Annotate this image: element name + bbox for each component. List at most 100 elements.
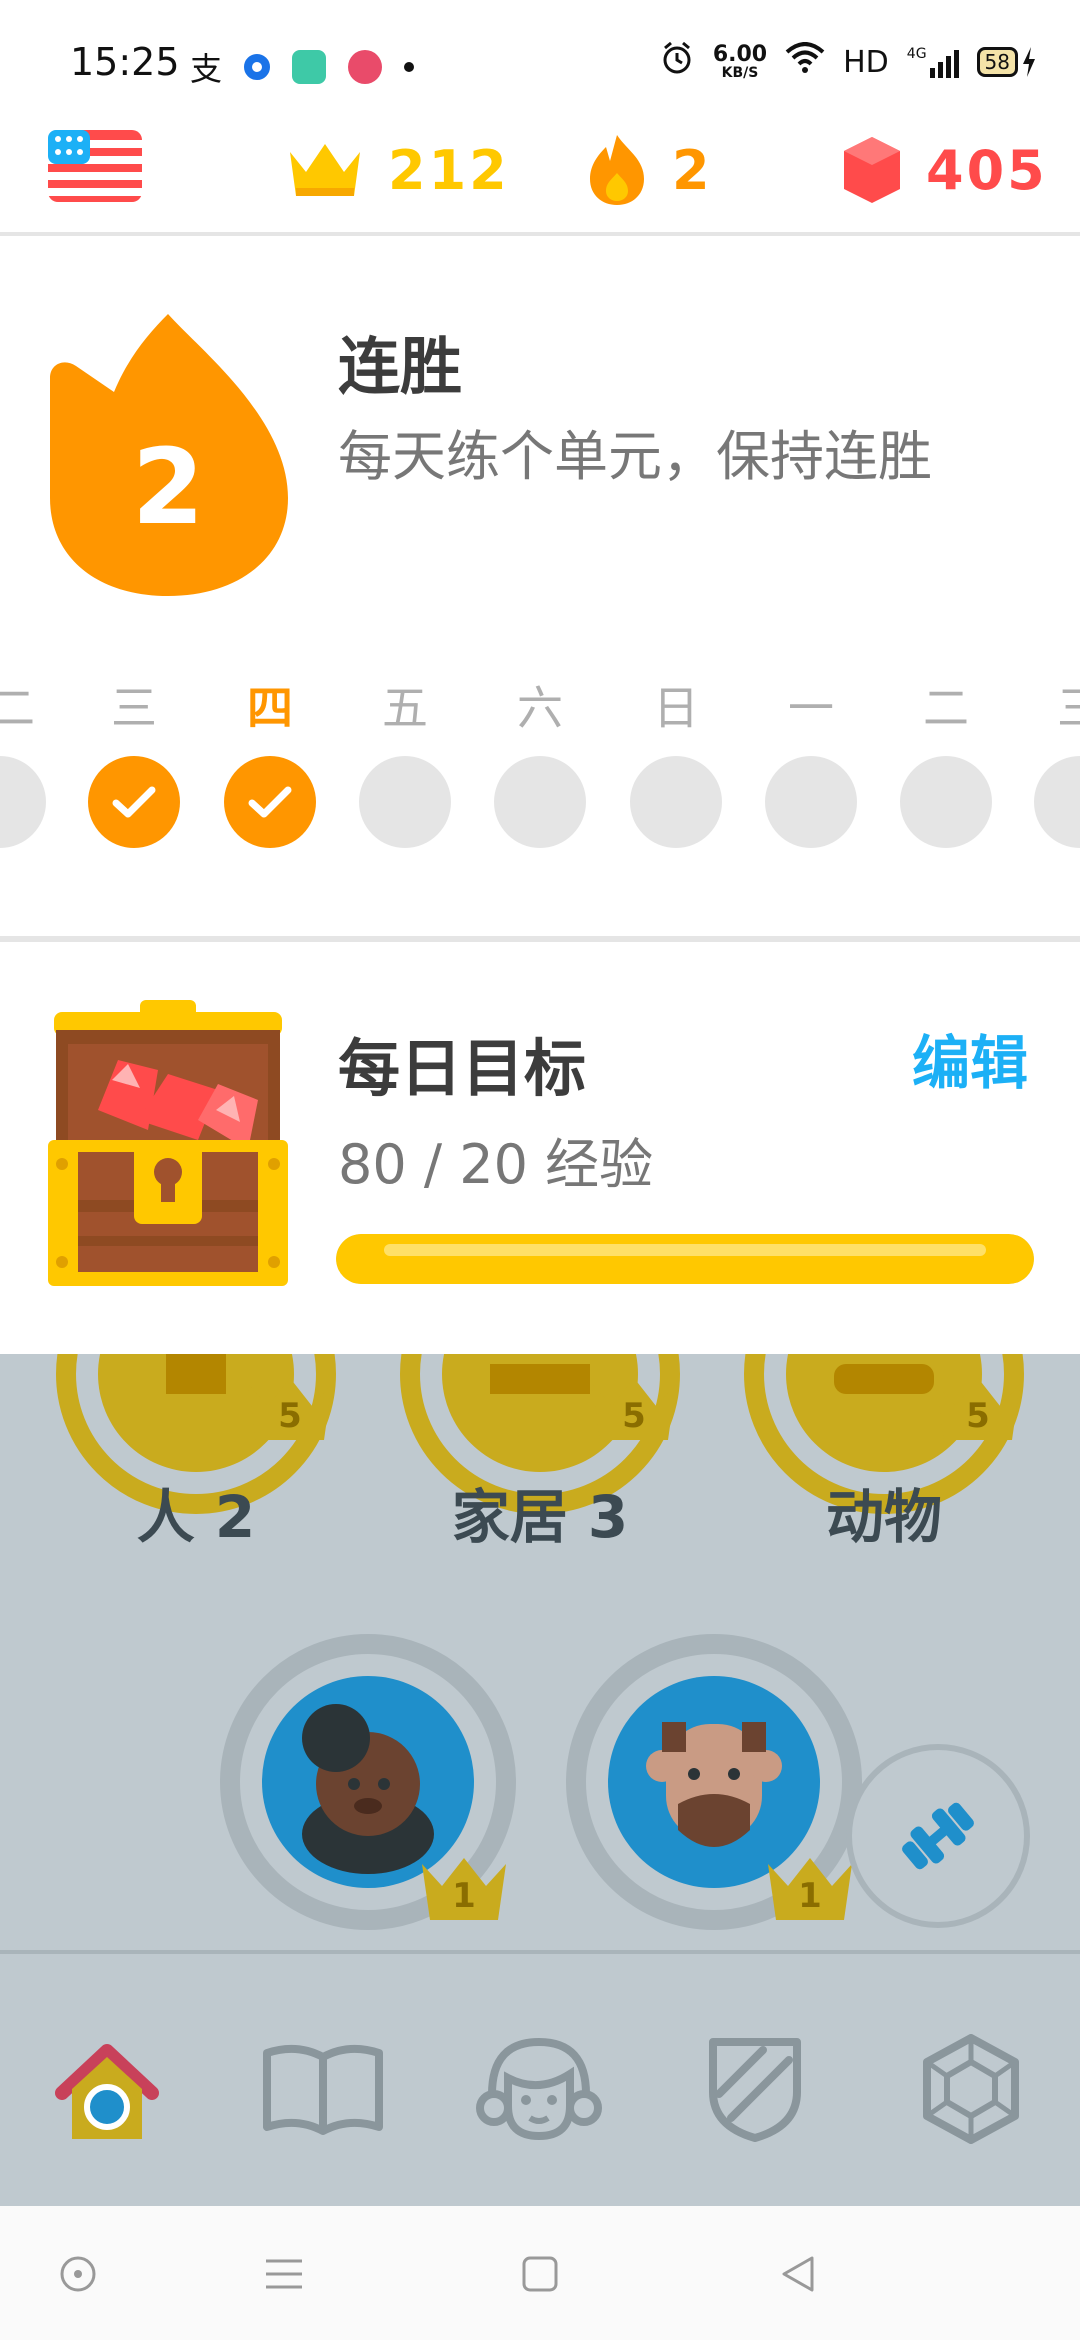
edit-goal-button[interactable]: 编辑 (912, 1016, 1028, 1100)
day-label-today: 四 (247, 681, 293, 735)
day-circle (1034, 756, 1080, 848)
day-label: 日 (653, 681, 699, 735)
day-circle (359, 756, 451, 848)
book-icon (263, 2044, 383, 2135)
day-circle (765, 756, 857, 848)
day-label: 三 (1057, 681, 1080, 735)
status-right: 6.00 KB/S HD 4G 58 (659, 40, 1036, 84)
notification-icons: 支 (190, 44, 415, 90)
streak-count-large: 2 (131, 426, 205, 548)
speed-unit: KB/S (721, 65, 759, 81)
square-icon (522, 2256, 558, 2292)
daily-goal-progress-text: 80 / 20 经验 (338, 1133, 654, 1196)
menu-icon (266, 2259, 302, 2289)
crown-level-badge: 1 (764, 1854, 856, 1926)
network-speed: 6.00 KB/S (712, 42, 768, 81)
battery-level: 58 (976, 47, 1018, 77)
network-type: 4G (906, 46, 927, 62)
day-label: 二 (923, 681, 969, 735)
day-circle (900, 756, 992, 848)
bottom-tab-bar (0, 1954, 1080, 2206)
skill-label: 动物 (825, 1483, 942, 1551)
crown-level: 1 (798, 1876, 822, 1916)
hd-label: HD (843, 44, 889, 80)
daily-goal-panel: 每日目标 编辑 80 / 20 经验 (0, 942, 1080, 1354)
crown-level-badge: 5 (244, 1374, 336, 1446)
tab-profile[interactable] (474, 2024, 604, 2154)
crown-level: 5 (622, 1396, 646, 1436)
system-menu-button[interactable] (262, 2252, 306, 2296)
day-circle-done (224, 756, 316, 848)
streak-subtitle: 每天练个单元，保持连胜 (338, 425, 932, 488)
day-label: 二 (0, 681, 35, 735)
week-progress (0, 756, 1080, 856)
browser-icon (244, 54, 271, 80)
app-icon-2 (348, 50, 383, 84)
status-time: 15:25 (70, 40, 180, 84)
signal-icon: 4G (907, 46, 959, 78)
streak-title: 连胜 (338, 330, 463, 403)
daily-goal-title: 每日目标 (338, 1032, 587, 1105)
tab-leagues[interactable] (690, 2024, 820, 2154)
speed-value: 6.00 (712, 42, 768, 67)
skill-label: 人 2 (136, 1483, 256, 1551)
crown-level: 1 (452, 1876, 476, 1916)
gem-icon (844, 137, 900, 203)
treasure-chest-icon (48, 1000, 288, 1286)
tab-shop[interactable] (906, 2024, 1036, 2154)
crowns-counter[interactable]: 212 (286, 130, 510, 210)
status-bar: 15:25 支 6.00 KB/S HD 4G 58 (0, 0, 1080, 120)
alarm-icon (659, 40, 695, 84)
shield-icon (709, 2038, 801, 2142)
check-icon (112, 786, 156, 818)
crown-level-badge: 5 (932, 1374, 1024, 1446)
alipay-icon: 支 (190, 50, 223, 88)
streak-counter[interactable]: 2 (586, 130, 713, 210)
week-day-labels: 二 三 四 五 六 日 一 二 三 (0, 672, 1080, 735)
gems-counter[interactable]: 405 (842, 130, 1048, 210)
learning-path: 5 5 5 人 2 家居 3 动物 1 1 (0, 1354, 1080, 1954)
course-flag-button[interactable] (48, 130, 142, 202)
practice-button[interactable] (846, 1744, 1030, 1928)
crown-level: 5 (966, 1396, 990, 1436)
crown-level-badge: 1 (418, 1854, 510, 1926)
crown-level: 5 (278, 1396, 302, 1436)
day-label: 六 (517, 681, 563, 735)
system-nav-bar (0, 2206, 1080, 2340)
streak-count: 2 (672, 138, 713, 202)
day-circle (630, 756, 722, 848)
home-icon (55, 2044, 159, 2139)
check-icon (248, 786, 292, 818)
crown-icon (290, 144, 360, 196)
day-label: 五 (382, 681, 428, 735)
gems-count: 405 (926, 138, 1048, 202)
day-label: 三 (111, 681, 157, 735)
back-icon (782, 2256, 814, 2292)
daily-goal-progress-fill (336, 1234, 1034, 1284)
progress-shine (384, 1244, 986, 1256)
day-circle (494, 756, 586, 848)
battery-icon: 58 (976, 47, 1036, 77)
day-label: 一 (788, 681, 834, 735)
wifi-icon (785, 42, 825, 82)
more-notifications-icon (404, 62, 415, 72)
day-circle-done (88, 756, 180, 848)
day-circle (0, 756, 46, 848)
skill-label: 家居 3 (451, 1483, 629, 1551)
daily-goal-progress-bar (336, 1234, 1034, 1284)
streak-panel: 2 连胜 每天练个单元，保持连胜 二 三 四 五 六 日 一 二 三 (0, 236, 1080, 936)
system-assistant-button[interactable] (56, 2252, 100, 2296)
crowns-count: 212 (388, 138, 510, 202)
tab-stories[interactable] (258, 2024, 388, 2154)
app-icon (292, 50, 327, 84)
target-icon (60, 2256, 96, 2292)
dumbbell-icon (902, 1802, 974, 1870)
system-home-button[interactable] (518, 2252, 562, 2296)
profile-icon (476, 2037, 602, 2141)
shop-icon (923, 2034, 1019, 2144)
fire-icon (590, 135, 644, 205)
system-back-button[interactable] (776, 2252, 820, 2296)
us-flag-icon (48, 130, 142, 202)
crown-level-badge: 5 (588, 1374, 680, 1446)
tab-home[interactable] (42, 2024, 172, 2154)
